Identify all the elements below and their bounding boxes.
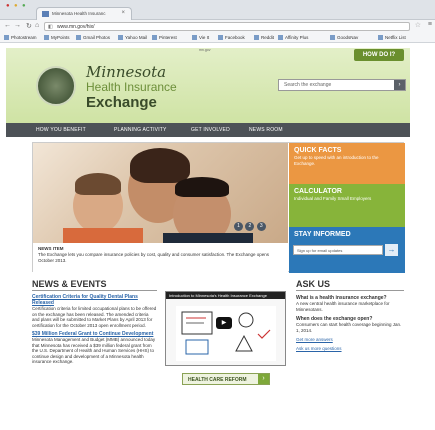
bookmark-item[interactable]: Photostream [4, 35, 37, 40]
news-link[interactable]: Certification Criteria for Quality Denta… [32, 294, 157, 306]
bookmark-item[interactable]: Netflix List [378, 35, 406, 40]
reload-icon[interactable]: ↻ [26, 22, 32, 30]
play-icon[interactable]: ▶ [216, 317, 232, 329]
sketch-illustration-icon [181, 311, 271, 355]
calculator-desc: Individual and Family Small Employers [294, 196, 372, 201]
nav-item-how-you-benefit[interactable]: HOW YOU BENEFIT [36, 127, 86, 133]
site-header: mn.gov HOW DO I? Minnesota Health Insura… [6, 48, 410, 123]
bookmark-item[interactable]: Affinity Plus [278, 35, 308, 40]
main-nav: HOW YOU BENEFIT PLANNING ACTIVITY GET IN… [6, 123, 410, 137]
forward-icon[interactable]: → [14, 22, 21, 29]
email-placeholder: Sign up for email updates [297, 248, 343, 253]
gov-label: mn.gov [199, 48, 211, 52]
slide-pager: 1 2 3 [234, 222, 267, 231]
quick-facts-panel[interactable]: QUICK FACTS Get up to speed with an intr… [289, 143, 405, 184]
quick-facts-title: QUICK FACTS [294, 147, 342, 154]
caption-title: NEWS ITEM [38, 246, 64, 251]
get-more-answers-link[interactable]: Get more answers [296, 337, 404, 342]
slide-dot[interactable]: 3 [256, 222, 266, 231]
caption-text: The Exchange lets you compare insurance … [38, 252, 270, 263]
window-maximize-icon[interactable]: ● [22, 3, 26, 9]
video-player[interactable]: Introduction to Minnesota's Health Insur… [165, 291, 286, 366]
bookmark-item[interactable]: Yahoo Mail [118, 35, 147, 40]
faq-answer: A new central health insurance marketpla… [296, 301, 390, 312]
browser-tab-bar: Minnesota Health Insuranc × ● ● ● [0, 0, 435, 20]
nav-item-get-involved[interactable]: GET INVOLVED [191, 127, 230, 133]
search-placeholder: Search the exchange [284, 82, 332, 88]
logo-exchange[interactable]: Exchange [86, 94, 157, 111]
nav-item-planning-activity[interactable]: PLANNING ACTIVITY [114, 127, 167, 133]
ask-more-questions-link[interactable]: Ask us more questions [296, 346, 404, 351]
health-care-reform-button[interactable]: HEALTH CARE REFORM › [182, 373, 270, 385]
home-icon[interactable]: ⌂ [35, 22, 39, 29]
url-text: www.mn.gov/hix/ [57, 24, 95, 30]
hero-panel: 1 2 3 NEWS ITEM The Exchange lets you co… [32, 142, 405, 273]
news-text: Certification criteria for limited occup… [32, 306, 157, 328]
health-care-reform-label: HEALTH CARE REFORM [188, 377, 247, 383]
browser-menu-icon[interactable]: ≡ [428, 21, 432, 28]
faq-answer: Consumers can start health coverage begi… [296, 322, 402, 333]
family-photo: 1 2 3 [33, 143, 288, 243]
hero-caption: NEWS ITEM The Exchange lets you compare … [33, 243, 288, 273]
page-icon: ◧ [48, 24, 53, 30]
tab-close-icon[interactable]: × [121, 10, 125, 16]
news-text: Minnesota Management and Budget (MMB) an… [32, 337, 156, 364]
bookmark-item[interactable]: Vie It [192, 35, 209, 40]
ask-us-section: ASK US What is a health insurance exchan… [296, 279, 404, 351]
video-title: Introduction to Minnesota's Health Insur… [166, 292, 285, 299]
calculator-panel[interactable]: CALCULATOR Individual and Family Small E… [289, 184, 405, 227]
bookmark-item[interactable]: Facebook [218, 35, 245, 40]
calculator-title: CALCULATOR [294, 188, 342, 195]
state-seal-icon [36, 66, 76, 106]
ask-title: ASK US [296, 279, 404, 291]
news-events-section: NEWS & EVENTS Certification Criteria for… [32, 279, 157, 365]
tab-title: Minnesota Health Insuranc [52, 11, 106, 16]
bookmark-star-icon[interactable]: ☆ [415, 21, 421, 29]
stay-informed-panel: STAY INFORMED Sign up for email updates … [289, 227, 405, 273]
email-submit-arrow-icon[interactable]: → [385, 244, 398, 256]
email-input[interactable]: Sign up for email updates [293, 245, 383, 255]
how-do-i-button[interactable]: HOW DO I? [354, 49, 404, 61]
chevron-right-icon: › [258, 374, 269, 384]
quick-facts-desc: Get up to speed with an introduction to … [294, 155, 379, 166]
web-page: mn.gov HOW DO I? Minnesota Health Insura… [0, 43, 435, 430]
browser-tab[interactable]: Minnesota Health Insuranc × [36, 7, 132, 20]
site-favicon-icon [42, 11, 49, 17]
back-icon[interactable]: ← [4, 22, 11, 29]
bookmark-item[interactable]: Gmail Photos [76, 35, 110, 40]
nav-item-news-room[interactable]: NEWS ROOM [249, 127, 283, 133]
stay-informed-title: STAY INFORMED [294, 231, 351, 238]
bookmarks-bar: Photostream MyPoints Gmail Photos Yahoo … [0, 33, 435, 43]
address-bar[interactable]: ◧ www.mn.gov/hix/ [44, 22, 410, 31]
window-minimize-icon[interactable]: ● [14, 3, 18, 9]
news-title: NEWS & EVENTS [32, 279, 157, 291]
logo-minnesota[interactable]: Minnesota [86, 63, 166, 81]
search-input[interactable]: Search the exchange › [278, 79, 406, 91]
browser-navbar: ← → ↻ ⌂ ◧ www.mn.gov/hix/ [0, 20, 435, 33]
bookmark-item[interactable]: Pinterest [152, 35, 177, 40]
bookmark-item[interactable]: Reddit [254, 35, 274, 40]
logo-health-insurance[interactable]: Health Insurance [86, 80, 177, 94]
video-thumbnail [176, 306, 276, 361]
slide-dot[interactable]: 1 [234, 222, 243, 231]
bookmark-item[interactable]: GoodsNav [330, 35, 358, 40]
slide-dot[interactable]: 2 [245, 222, 255, 231]
window-close-icon[interactable]: ● [6, 3, 10, 9]
bookmark-item[interactable]: MyPoints [44, 35, 70, 40]
search-button-icon[interactable]: › [394, 80, 405, 90]
